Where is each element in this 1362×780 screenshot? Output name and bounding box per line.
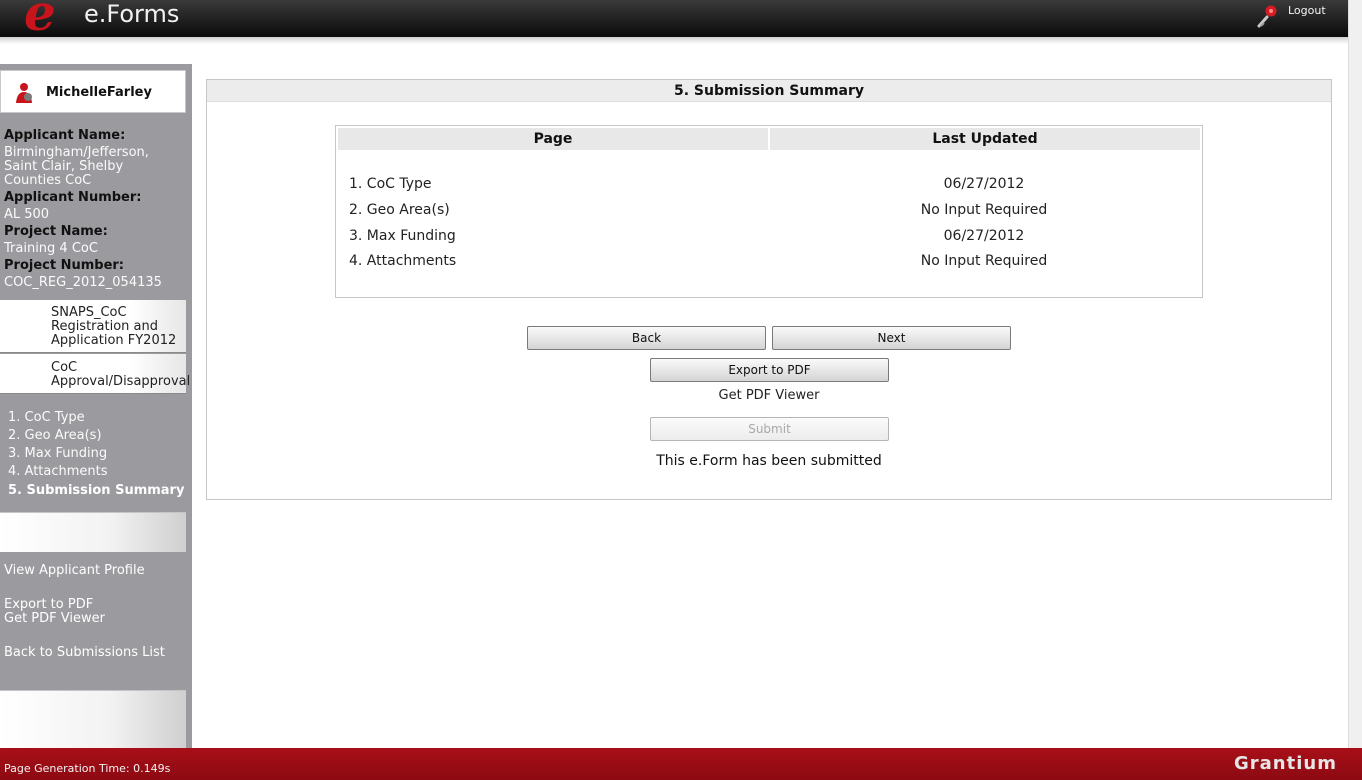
row-page-name: 1. CoC Type	[349, 176, 432, 192]
applicant-number: AL 500	[4, 207, 50, 222]
main-title-bar: 5. Submission Summary	[207, 80, 1331, 102]
step-link-max-funding[interactable]: 3. Max Funding	[8, 446, 107, 462]
header-shadow	[0, 37, 1348, 44]
project-name-label: Project Name:	[4, 224, 108, 239]
step-link-submission-summary[interactable]: 5. Submission Summary	[8, 483, 184, 499]
applicant-name-line-1: Birmingham/Jefferson,	[4, 145, 149, 160]
row-last-updated: 06/27/2012	[943, 176, 1025, 192]
row-last-updated: No Input Required	[920, 202, 1048, 218]
sidebar-export-pdf-link[interactable]: Export to PDF	[4, 598, 93, 612]
step-link-coc-type[interactable]: 1. CoC Type	[8, 410, 85, 426]
sidebar-divider-panel	[0, 512, 186, 552]
row-last-updated: No Input Required	[920, 253, 1048, 269]
project-number-label: Project Number:	[4, 258, 125, 273]
eforms-logo-icon: e	[24, 0, 56, 42]
scrollbar-track[interactable]	[1348, 0, 1362, 748]
export-pdf-button[interactable]: Export to PDF	[650, 358, 889, 382]
grantium-logo: Grantium	[1234, 753, 1337, 774]
row-page-name: 4. Attachments	[349, 253, 457, 269]
sidebar-bottom-panel	[0, 690, 186, 748]
row-page-name: 3. Max Funding	[349, 228, 456, 244]
footer-bar: Page Generation Time: 0.149s Grantium	[0, 748, 1362, 780]
sidebar-item-registration[interactable]: SNAPS_CoC Registration and Application F…	[0, 300, 186, 353]
user-icon	[16, 83, 32, 103]
user-name: MichelleFarley	[46, 85, 152, 100]
row-page-name: 2. Geo Area(s)	[349, 202, 450, 218]
project-name: Training 4 CoC	[4, 241, 98, 256]
summary-table: Page Last Updated 1. CoC Type 06/27/2012…	[335, 125, 1203, 298]
submit-button[interactable]: Submit	[650, 417, 889, 441]
registration-line-2: Registration and	[51, 319, 158, 334]
main-panel: 5. Submission Summary Page Last Updated …	[206, 79, 1332, 500]
logout-label: Logout	[1288, 4, 1326, 17]
page: e e.Forms Logout MichelleFarley Applican…	[0, 0, 1362, 780]
approval-line-1: CoC	[51, 360, 78, 375]
column-header-last-updated: Last Updated	[770, 128, 1200, 150]
registration-line-3: Application FY2012	[51, 333, 177, 348]
registration-line-1: SNAPS_CoC	[51, 305, 127, 320]
approval-line-2: Approval/Disapproval	[51, 374, 191, 389]
page-title: 5. Submission Summary	[673, 83, 865, 99]
app-title: e.Forms	[84, 0, 180, 28]
row-last-updated: 06/27/2012	[943, 228, 1025, 244]
sidebar-item-approval[interactable]: CoC Approval/Disapproval	[0, 354, 190, 394]
logout-key-icon	[1257, 5, 1277, 28]
project-number: COC_REG_2012_054135	[4, 275, 162, 290]
logout-button[interactable]: Logout	[1256, 2, 1336, 32]
back-button[interactable]: Back	[527, 326, 766, 350]
submitted-status-message: This e.Form has been submitted	[656, 453, 882, 469]
applicant-name-line-3: Counties CoC	[4, 173, 92, 188]
user-box: MichelleFarley	[0, 70, 186, 113]
applicant-name-line-2: Saint Clair, Shelby	[4, 159, 124, 174]
sidebar-get-pdf-viewer-link[interactable]: Get PDF Viewer	[4, 612, 105, 626]
step-link-geo-area[interactable]: 2. Geo Area(s)	[8, 428, 102, 444]
applicant-name-label: Applicant Name:	[4, 128, 126, 143]
step-link-attachments[interactable]: 4. Attachments	[8, 464, 108, 480]
back-to-submissions-link[interactable]: Back to Submissions List	[4, 646, 165, 660]
header-bar: e e.Forms Logout	[0, 0, 1348, 42]
next-button[interactable]: Next	[772, 326, 1011, 350]
column-header-page: Page	[338, 128, 768, 150]
applicant-number-label: Applicant Number:	[4, 190, 142, 205]
get-pdf-viewer-link[interactable]: Get PDF Viewer	[207, 388, 1331, 403]
sidebar: MichelleFarley Applicant Name: Birmingha…	[0, 64, 192, 748]
view-applicant-profile-link[interactable]: View Applicant Profile	[4, 564, 145, 578]
page-generation-time: Page Generation Time: 0.149s	[4, 762, 171, 775]
